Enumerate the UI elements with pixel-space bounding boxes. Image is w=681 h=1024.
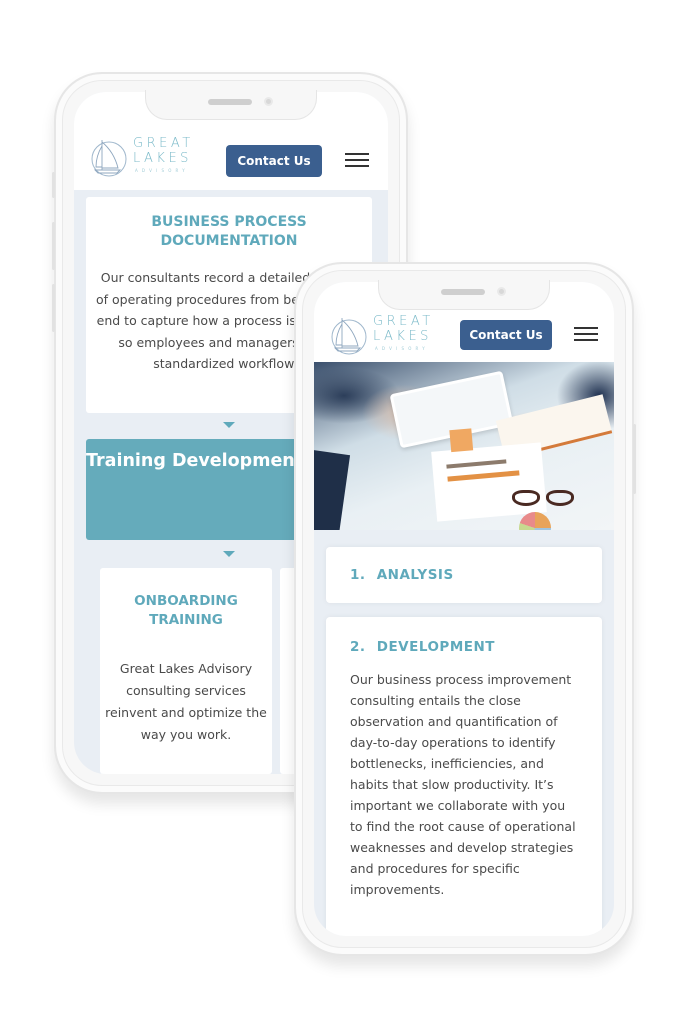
photo-pie-chart <box>519 512 551 530</box>
brand-name-line1: GREAT <box>373 314 434 329</box>
brand-tagline: ADVISORY <box>135 168 189 173</box>
speaker-grille <box>208 99 252 105</box>
sailboat-icon <box>91 140 127 177</box>
step-card-analysis[interactable]: 1. ANALYSIS <box>326 547 602 603</box>
menu-line <box>345 165 369 167</box>
menu-line <box>345 153 369 155</box>
menu-line <box>574 339 598 341</box>
photo-sleeve <box>314 449 351 530</box>
phone-screen: GREAT LAKES ADVISORY Contact Us 1. ANALY… <box>314 282 614 936</box>
step-title: 1. ANALYSIS <box>350 567 578 583</box>
phone-volume-down-button <box>52 284 55 332</box>
step-label: ANALYSIS <box>376 567 454 583</box>
brand-name-line2: LAKES <box>373 329 432 344</box>
step-body: Our business process improvement consult… <box>350 672 576 897</box>
brand-wordmark: GREAT LAKES <box>373 314 434 344</box>
arrow-down-icon <box>223 551 235 557</box>
phone-notch <box>145 90 317 120</box>
brand-logo[interactable]: GREAT LAKES ADVISORY <box>88 134 198 180</box>
onboarding-training-card: ONBOARDING TRAINING Great Lakes Advisory… <box>100 568 272 774</box>
step-label: DEVELOPMENT <box>376 639 495 655</box>
hamburger-menu-icon[interactable] <box>345 153 369 169</box>
card-body: Great Lakes Advisory consulting services… <box>105 661 267 742</box>
brand-logo[interactable]: GREAT LAKES ADVISORY <box>328 312 438 358</box>
step-card-development[interactable]: 2. DEVELOPMENT Our business process impr… <box>326 617 602 936</box>
brand-name-line2: LAKES <box>133 151 192 166</box>
contact-us-button[interactable]: Contact Us <box>226 145 322 177</box>
menu-line <box>574 333 598 335</box>
phone-side-button <box>633 424 636 494</box>
hero-image <box>314 362 614 530</box>
brand-name-line1: GREAT <box>133 136 194 151</box>
front-camera <box>497 287 506 296</box>
hamburger-menu-icon[interactable] <box>574 327 598 343</box>
speaker-grille <box>441 289 485 295</box>
photo-chart-paper <box>431 428 547 522</box>
menu-line <box>345 159 369 161</box>
phone-notch <box>378 280 550 310</box>
step-title: 2. DEVELOPMENT <box>350 639 578 655</box>
step-number: 1. <box>350 567 366 583</box>
photo-glasses <box>512 490 582 508</box>
contact-us-button[interactable]: Contact Us <box>460 320 552 350</box>
phone-side-button <box>52 172 55 198</box>
card-title: ONBOARDING TRAINING <box>134 593 238 628</box>
photo-bar <box>446 459 507 469</box>
arrow-down-icon <box>223 422 235 428</box>
brand-tagline: ADVISORY <box>375 346 429 351</box>
phone-volume-up-button <box>52 222 55 270</box>
sailboat-icon <box>331 318 367 355</box>
step-number: 2. <box>350 639 366 655</box>
phone-mockup-front: GREAT LAKES ADVISORY Contact Us 1. ANALY… <box>294 262 636 956</box>
brand-wordmark: GREAT LAKES <box>133 136 194 166</box>
menu-line <box>574 327 598 329</box>
front-camera <box>264 97 273 106</box>
photo-sticky-note <box>449 428 474 453</box>
photo-bar <box>447 470 520 482</box>
card-title: BUSINESS PROCESS DOCUMENTATION <box>151 214 307 249</box>
